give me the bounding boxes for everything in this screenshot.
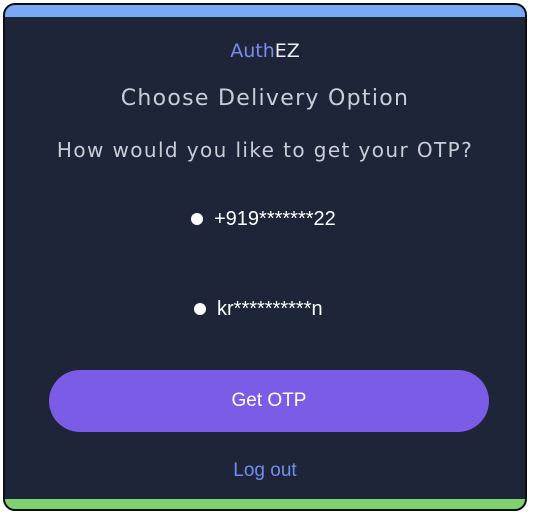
get-otp-button[interactable]: Get OTP <box>49 370 489 432</box>
brand-ez-text: EZ <box>274 40 300 62</box>
email-radio[interactable] <box>194 303 206 315</box>
brand-logo: AuthEZ <box>5 39 525 63</box>
bottom-accent-bar <box>5 499 525 509</box>
phone-option[interactable]: +919*******22 <box>191 207 336 231</box>
email-option[interactable]: kr**********n <box>194 297 323 321</box>
logout-link[interactable]: Log out <box>5 459 525 483</box>
brand-auth-text: Auth <box>230 40 275 62</box>
otp-question: How would you like to get your OTP? <box>56 138 474 162</box>
page-title: Choose Delivery Option <box>120 86 410 111</box>
otp-delivery-card: AuthEZ Choose Delivery Option How would … <box>3 3 527 511</box>
email-option-label: kr**********n <box>217 298 323 320</box>
top-accent-bar <box>5 5 525 17</box>
phone-option-label: +919*******22 <box>214 208 336 230</box>
phone-radio[interactable] <box>191 213 203 225</box>
